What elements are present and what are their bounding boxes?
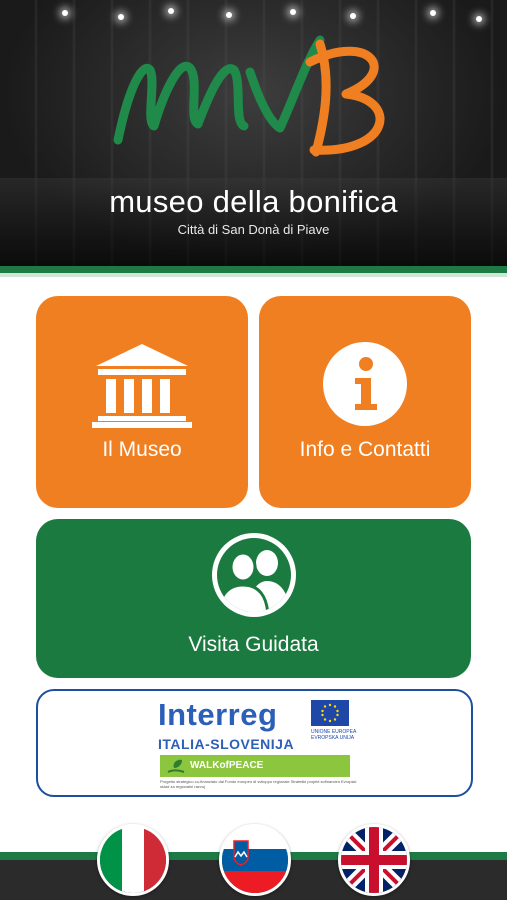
guided-tour-tile-button[interactable]: Visita Guidata [36,519,471,678]
mvb-logo [113,35,385,157]
ceiling-lamp [350,13,356,19]
eu-label: UNIONE EUROPEA EVROPSKA UNIJA [311,729,357,741]
header-divider-light [0,273,507,277]
guided-tour-label: Visita Guidata [188,633,319,656]
ceiling-lamp [430,10,436,16]
museum-tile-label: Il Museo [102,438,182,461]
walk-of-peace-bar: WALKofPEACE [160,755,350,777]
museum-title: museo della bonifica [109,184,398,219]
info-contacts-tile-button[interactable]: Info e Contatti [259,296,471,508]
ceiling-lamp [226,12,232,18]
slovenia-flag-icon [222,827,288,893]
leaf-hand-icon [167,759,185,773]
ceiling-lamp [476,16,482,22]
funding-fine-print: Progetto strategico co-finanziato dal Fo… [160,779,357,789]
eu-flag-icon [311,700,349,726]
museum-tile-button[interactable]: Il Museo [36,296,248,508]
language-english-button[interactable] [338,824,410,896]
people-icon [212,533,296,617]
italy-flag-icon [100,827,166,893]
museum-subtitle: Città di San Donà di Piave [177,222,330,237]
ceiling-lamp [168,8,174,14]
header-divider [0,266,507,273]
info-circle-icon [323,342,407,426]
museum-building-icon [92,344,192,428]
uk-flag-icon [341,827,407,893]
header-hero: museo della bonifica Città di San Donà d… [0,0,507,268]
info-tile-label: Info e Contatti [299,438,431,461]
ceiling-lamp [118,14,124,20]
program-region: ITALIA-SLOVENIJA [158,736,295,752]
interreg-partner-banner[interactable]: Interreg UNIONE EUROPEA EVROPSKA UNIJA I… [36,689,473,797]
ceiling-lamp [290,9,296,15]
ceiling-lamp [62,10,68,16]
language-slovenian-button[interactable] [219,824,291,896]
project-name: WALKofPEACE [190,760,264,771]
interreg-logo-text: Interreg [158,697,278,732]
language-italian-button[interactable] [97,824,169,896]
